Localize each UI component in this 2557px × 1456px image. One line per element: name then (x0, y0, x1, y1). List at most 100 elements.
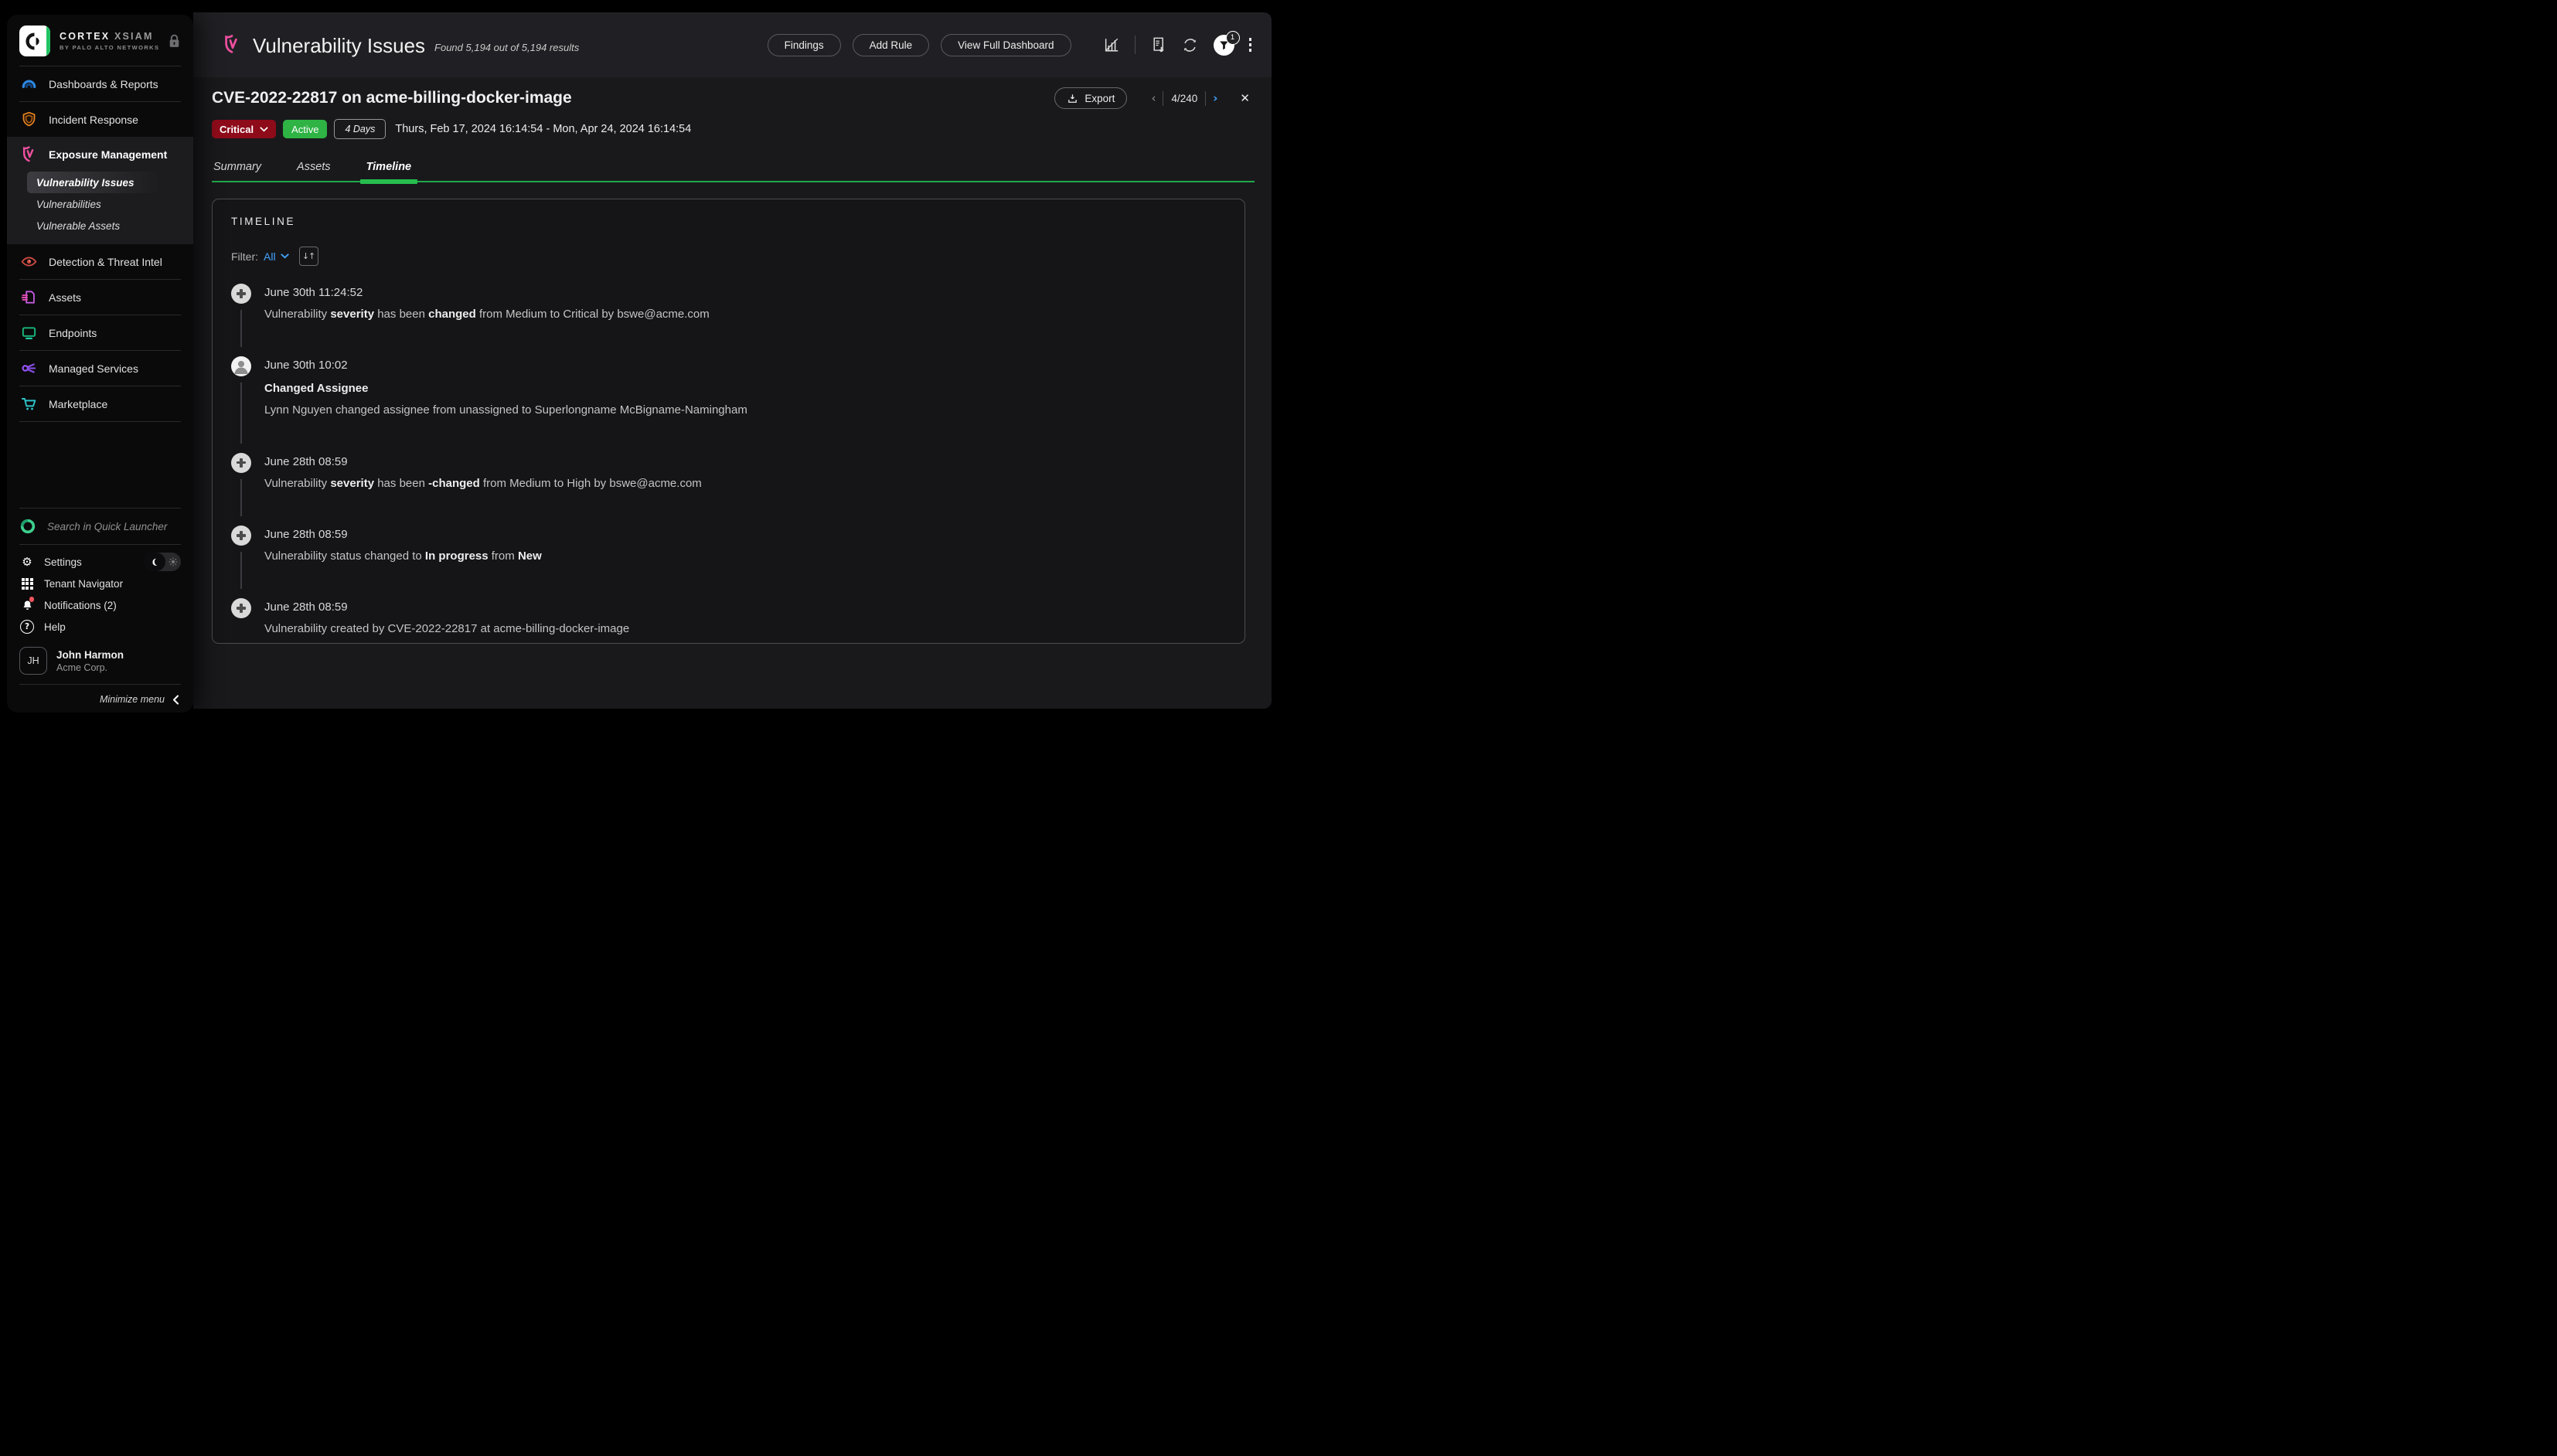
profile-text: John Harmon Acme Corp. (56, 649, 124, 673)
sidebar-item-label: Dashboards & Reports (49, 78, 158, 90)
endpoints-icon (19, 324, 38, 342)
title-cluster: Vulnerability Issues Found 5,194 out of … (223, 34, 579, 56)
minimize-menu-button[interactable]: Minimize menu (7, 686, 193, 713)
timeline-entry: June 28th 08:59Vulnerability severity ha… (231, 453, 1226, 526)
header-actions: Findings Add Rule View Full Dashboard (756, 34, 1251, 56)
refresh-icon[interactable] (1181, 36, 1199, 54)
logo-text: CORTEX XSIAM BY PALO ALTO NETWORKS (60, 31, 168, 51)
sidebar-item-incident-response[interactable]: Incident Response (7, 102, 193, 137)
kebab-menu-icon[interactable] (1249, 38, 1252, 52)
dashboards-icon (19, 75, 38, 94)
pagination: ‹ 4/240 › (1144, 91, 1224, 106)
export-label: Export (1084, 93, 1115, 104)
logo-row: CORTEX XSIAM BY PALO ALTO NETWORKS (7, 15, 193, 66)
filter-funnel-icon[interactable]: 1 (1214, 35, 1234, 56)
graph-toggle-icon[interactable] (1103, 36, 1120, 53)
plus-icon (231, 453, 251, 473)
page-title: Vulnerability Issues (253, 36, 425, 56)
close-icon[interactable]: ✕ (1235, 90, 1255, 107)
assets-icon (19, 288, 38, 307)
filter-badge: 1 (1226, 31, 1240, 45)
notifications-label: Notifications (2) (44, 600, 117, 611)
timeline-filter-row: Filter: All ↓↑ (231, 247, 1226, 266)
sidebar-item-endpoints[interactable]: Endpoints (7, 315, 193, 350)
timeline-entry-date: June 28th 08:59 (264, 600, 629, 614)
divider (19, 684, 181, 685)
bell-icon (19, 597, 35, 613)
timeline-entry-title: Changed Assignee (264, 382, 747, 395)
timeline-entry-date: June 30th 11:24:52 (264, 286, 710, 299)
sort-order-button[interactable]: ↓↑ (299, 247, 318, 266)
sidebar-subitem-vulnerability-issues[interactable]: Vulnerability Issues (27, 172, 186, 193)
export-button[interactable]: Export (1054, 87, 1127, 109)
report-export-icon[interactable] (1150, 36, 1166, 54)
theme-toggle[interactable] (145, 553, 181, 571)
sidebar-item-label: Incident Response (49, 114, 138, 126)
help-label: Help (44, 621, 66, 633)
severity-dropdown[interactable]: Critical (212, 120, 276, 138)
tab-bar: Summary Assets Timeline (212, 156, 1255, 182)
sidebar-item-label: Endpoints (49, 327, 97, 339)
timeline-entry: June 30th 10:02Changed AssigneeLynn Nguy… (231, 356, 1226, 452)
timeline-entry: June 28th 08:59Vulnerability created by … (231, 598, 1226, 637)
sidebar-item-help[interactable]: ? Help (7, 616, 193, 638)
chevron-down-icon (260, 127, 268, 132)
quick-launcher[interactable]: Search in Quick Launcher (7, 509, 193, 544)
sidebar-item-marketplace[interactable]: Marketplace (7, 386, 193, 421)
avatar: JH (19, 647, 47, 675)
sidebar-item-notifications[interactable]: Notifications (2) (7, 594, 193, 616)
tab-summary[interactable]: Summary (212, 156, 263, 181)
add-rule-button[interactable]: Add Rule (853, 34, 930, 56)
download-icon (1067, 93, 1078, 104)
vulnerability-shield-icon (223, 34, 241, 56)
tenant-navigator-icon (19, 576, 35, 591)
detail-header-actions: Export ‹ 4/240 › ✕ (1054, 87, 1255, 109)
sidebar-subitem-vulnerable-assets[interactable]: Vulnerable Assets (27, 215, 186, 236)
sidebar-item-detection-threat-intel[interactable]: Detection & Threat Intel (7, 244, 193, 279)
managed-services-icon (19, 359, 38, 378)
sidebar-item-assets[interactable]: Assets (7, 280, 193, 315)
sidebar-item-dashboards[interactable]: Dashboards & Reports (7, 66, 193, 101)
findings-button[interactable]: Findings (768, 34, 841, 56)
sidebar-item-label: Marketplace (49, 398, 107, 410)
timeline-entry-body: June 28th 08:59Vulnerability status chan… (264, 526, 542, 564)
plus-icon (231, 598, 251, 618)
timeline-entry-description: Vulnerability status changed to In progr… (264, 549, 542, 564)
user-profile[interactable]: JH John Harmon Acme Corp. (7, 638, 193, 684)
timeline-entry-body: June 30th 11:24:52Vulnerability severity… (264, 284, 710, 322)
next-page-button[interactable]: › (1206, 91, 1224, 105)
help-icon: ? (19, 619, 35, 634)
logo-subtitle: BY PALO ALTO NETWORKS (60, 44, 168, 51)
sidebar-item-settings[interactable]: ⚙ Settings (7, 551, 193, 573)
minimize-menu-label: Minimize menu (100, 694, 165, 705)
sidebar-item-managed-services[interactable]: Managed Services (7, 351, 193, 386)
chevron-left-icon (172, 695, 179, 705)
sidebar-subitem-vulnerabilities[interactable]: Vulnerabilities (27, 193, 186, 215)
badge-row: Critical Active 4 Days Thurs, Feb 17, 20… (212, 119, 1255, 139)
sidebar-item-label: Managed Services (49, 362, 138, 375)
sidebar-item-tenant-navigator[interactable]: Tenant Navigator (7, 573, 193, 594)
chevron-down-icon (281, 253, 289, 259)
tab-assets[interactable]: Assets (295, 156, 332, 181)
sun-icon (165, 556, 181, 567)
view-full-dashboard-button[interactable]: View Full Dashboard (941, 34, 1071, 56)
logo-title-xsiam: XSIAM (114, 31, 154, 42)
timeline-card: TIMELINE Filter: All ↓↑ June 30th 11:24:… (212, 199, 1245, 644)
timeline-heading: TIMELINE (231, 216, 1226, 227)
plus-icon (231, 284, 251, 304)
prev-page-button[interactable]: ‹ (1144, 91, 1163, 105)
timeline-entry-description: Lynn Nguyen changed assignee from unassi… (264, 403, 747, 418)
timeline-entry-body: June 28th 08:59Vulnerability created by … (264, 598, 629, 637)
sidebar-item-exposure-management[interactable]: Exposure Management (7, 137, 193, 172)
lock-icon (168, 34, 181, 49)
sidebar-footer: ⚙ Settings (7, 545, 193, 713)
plus-icon (231, 526, 251, 546)
filter-dropdown[interactable]: All (264, 250, 289, 263)
profile-org: Acme Corp. (56, 662, 124, 673)
header-icon-cluster: 1 (1088, 35, 1252, 56)
tab-timeline[interactable]: Timeline (365, 156, 414, 181)
timeline-entry-body: June 28th 08:59Vulnerability severity ha… (264, 453, 702, 492)
app-window: CORTEX XSIAM BY PALO ALTO NETWORKS Dashb… (0, 0, 1278, 728)
filter-value: All (264, 250, 276, 263)
detail-header: CVE-2022-22817 on acme-billing-docker-im… (212, 87, 1255, 109)
